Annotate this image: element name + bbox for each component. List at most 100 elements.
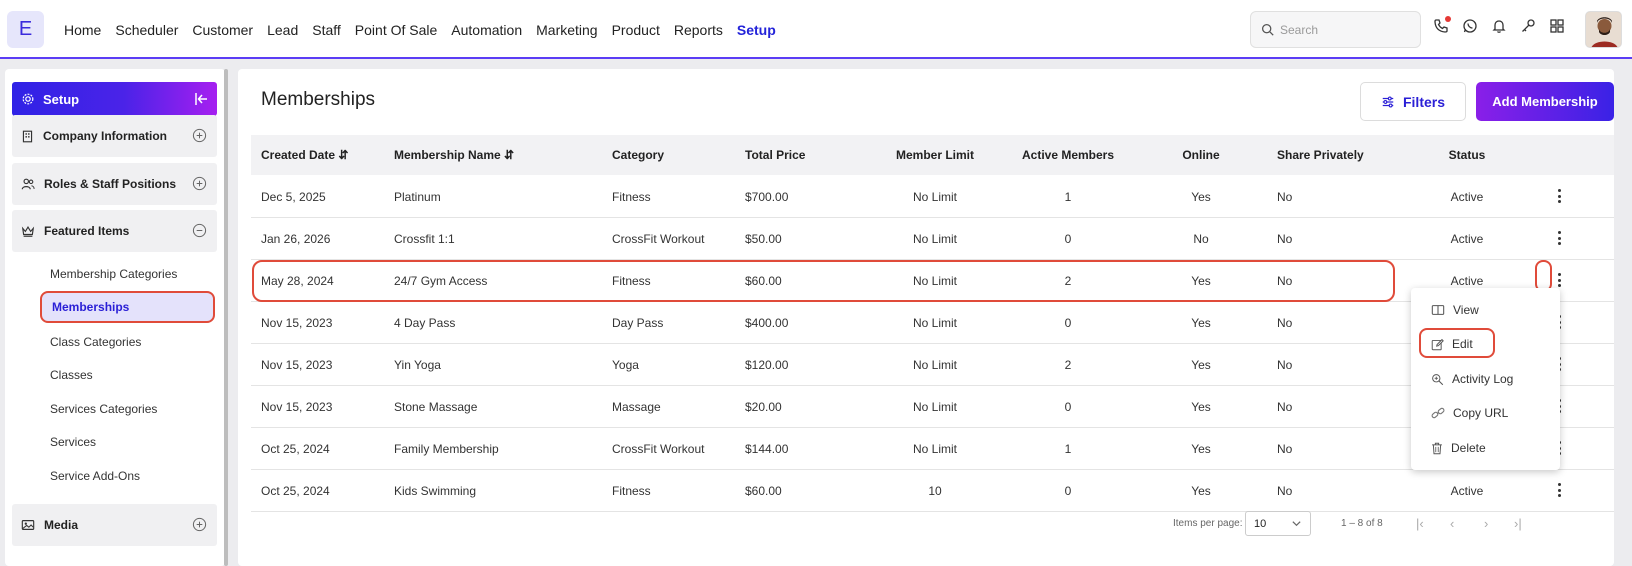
col-membership-name[interactable]: Membership Name ⇵ [394, 148, 514, 162]
col-active-members: Active Members [1021, 148, 1115, 162]
notification-dot [1445, 16, 1451, 22]
nav-product[interactable]: Product [612, 22, 660, 38]
nav-point-of-sale[interactable]: Point Of Sale [355, 22, 438, 38]
cell-total-price: $400.00 [745, 316, 789, 330]
cell-status: Active [1450, 274, 1484, 288]
sidebar-scrollbar[interactable] [224, 69, 228, 566]
nav-staff[interactable]: Staff [312, 22, 341, 38]
row-actions-kebab-icon[interactable] [1554, 230, 1564, 246]
cell-membership-name: Stone Massage [394, 400, 478, 414]
cell-active-members: 0 [1064, 400, 1072, 414]
sidebar-item-services-categories[interactable]: Services Categories [50, 402, 157, 416]
key-icon[interactable] [1519, 17, 1537, 35]
kebab-dot [1557, 483, 1561, 486]
first-page-icon[interactable]: |‹ [1416, 516, 1424, 531]
nav-scheduler[interactable]: Scheduler [115, 22, 178, 38]
whatsapp-icon[interactable] [1461, 17, 1479, 35]
search-icon [1261, 23, 1274, 36]
sidebar-section-company-information[interactable]: Company Information [12, 115, 217, 157]
cell-category: Fitness [612, 190, 651, 204]
col-share-privately: Share Privately [1277, 148, 1364, 162]
sidebar-section-featured-items[interactable]: Featured Items [12, 210, 217, 252]
top-icons [1432, 16, 1566, 35]
add-membership-label: Add Membership [1492, 94, 1598, 109]
filters-label: Filters [1402, 93, 1445, 110]
main-panel: Memberships Filters Add Membership Creat… [238, 69, 1614, 566]
nav-automation[interactable]: Automation [451, 22, 522, 38]
nav-setup[interactable]: Setup [737, 22, 776, 38]
table-row[interactable]: Oct 25, 2024 Kids Swimming Fitness $60.00 10… [251, 469, 1614, 512]
nav-customer[interactable]: Customer [192, 22, 253, 38]
book-open-icon [1431, 305, 1445, 315]
last-page-icon[interactable]: ›| [1514, 516, 1522, 531]
menu-item-activity-log[interactable]: Activity Log [1431, 369, 1513, 389]
menu-item-view[interactable]: View [1431, 300, 1479, 320]
col-created-date[interactable]: Created Date ⇵ [261, 148, 348, 162]
cell-active-members: 0 [1064, 316, 1072, 330]
collapse-sidebar-icon[interactable] [193, 91, 209, 107]
table-row[interactable]: Dec 5, 2025 Platinum Fitness $700.00 No Limi… [251, 175, 1614, 218]
cell-online: No [1193, 232, 1209, 246]
cell-membership-name: 4 Day Pass [394, 316, 456, 330]
kebab-dot [1557, 273, 1561, 276]
menu-item-copy-url[interactable]: Copy URL [1431, 403, 1508, 423]
collapse-minus-icon[interactable] [192, 223, 207, 238]
row-actions-kebab-icon[interactable] [1554, 188, 1564, 204]
table-row[interactable]: Nov 15, 2023 Yin Yoga Yoga $120.00 No Limit 2… [251, 343, 1614, 386]
sidebar-item-membership-categories[interactable]: Membership Categories [50, 267, 177, 281]
next-page-icon[interactable]: › [1484, 516, 1488, 531]
menu-item-label: Delete [1451, 441, 1486, 455]
nav-home[interactable]: Home [64, 22, 101, 38]
expand-plus-icon[interactable] [192, 517, 207, 532]
menu-item-delete[interactable]: Delete [1431, 438, 1486, 458]
cell-created-date: Nov 15, 2023 [261, 316, 333, 330]
cell-member-limit: No Limit [912, 190, 958, 204]
expand-plus-icon[interactable] [192, 128, 207, 143]
sidebar-item-classes[interactable]: Classes [50, 368, 93, 382]
kebab-dot [1557, 200, 1561, 203]
sidebar-header: Setup [12, 82, 217, 116]
filter-sliders-icon [1382, 96, 1394, 107]
row-actions-kebab-icon[interactable] [1554, 272, 1564, 288]
cell-category: Day Pass [612, 316, 664, 330]
items-per-page-select[interactable]: 10 [1245, 511, 1311, 536]
filters-button[interactable]: Filters [1360, 82, 1466, 121]
sidebar-item-service-add-ons[interactable]: Service Add-Ons [50, 469, 140, 483]
sidebar-item-services[interactable]: Services [50, 435, 96, 449]
sidebar-section-roles-staff-positions[interactable]: Roles & Staff Positions [12, 163, 217, 205]
kebab-dot [1557, 284, 1561, 287]
col-label: Created Date [261, 148, 336, 162]
kebab-dot [1557, 189, 1561, 192]
sidebar-section-media[interactable]: Media [12, 504, 217, 546]
search-input[interactable] [1280, 22, 1410, 37]
sidebar-item-memberships[interactable]: Memberships [40, 291, 215, 323]
nav-reports[interactable]: Reports [674, 22, 723, 38]
cell-active-members: 2 [1064, 358, 1072, 372]
cell-total-price: $120.00 [745, 358, 789, 372]
cell-member-limit: No Limit [912, 232, 958, 246]
user-avatar[interactable] [1585, 11, 1622, 48]
media-icon [21, 520, 35, 530]
table-row[interactable]: Nov 15, 2023 4 Day Pass Day Pass $400.00 No … [251, 301, 1614, 344]
add-membership-button[interactable]: Add Membership [1476, 82, 1614, 121]
cell-member-limit: No Limit [912, 358, 958, 372]
app-logo[interactable]: E [7, 11, 44, 48]
sidebar: Setup Company Information Roles & Staff … [5, 69, 225, 566]
nav-lead[interactable]: Lead [267, 22, 298, 38]
cell-membership-name: Yin Yoga [394, 358, 441, 372]
sidebar-item-class-categories[interactable]: Class Categories [50, 335, 141, 349]
table-row[interactable]: Oct 25, 2024 Family Membership CrossFit Wo… [251, 427, 1614, 470]
table-row[interactable]: Nov 15, 2023 Stone Massage Massage $20.00 No… [251, 385, 1614, 428]
previous-page-icon[interactable]: ‹ [1450, 516, 1454, 531]
link-icon [1431, 407, 1445, 419]
nav-marketing[interactable]: Marketing [536, 22, 597, 38]
cell-online: Yes [1191, 442, 1211, 456]
phone-icon[interactable] [1432, 16, 1451, 35]
table-row[interactable]: Jan 26, 2026 Crossfit 1:1 CrossFit Workout… [251, 217, 1614, 260]
gear-icon [22, 93, 34, 105]
bell-icon[interactable] [1490, 17, 1508, 35]
apps-grid-icon[interactable] [1548, 17, 1566, 35]
expand-plus-icon[interactable] [192, 176, 207, 191]
row-actions-kebab-icon[interactable] [1554, 482, 1564, 498]
cell-created-date: Nov 15, 2023 [261, 400, 333, 414]
